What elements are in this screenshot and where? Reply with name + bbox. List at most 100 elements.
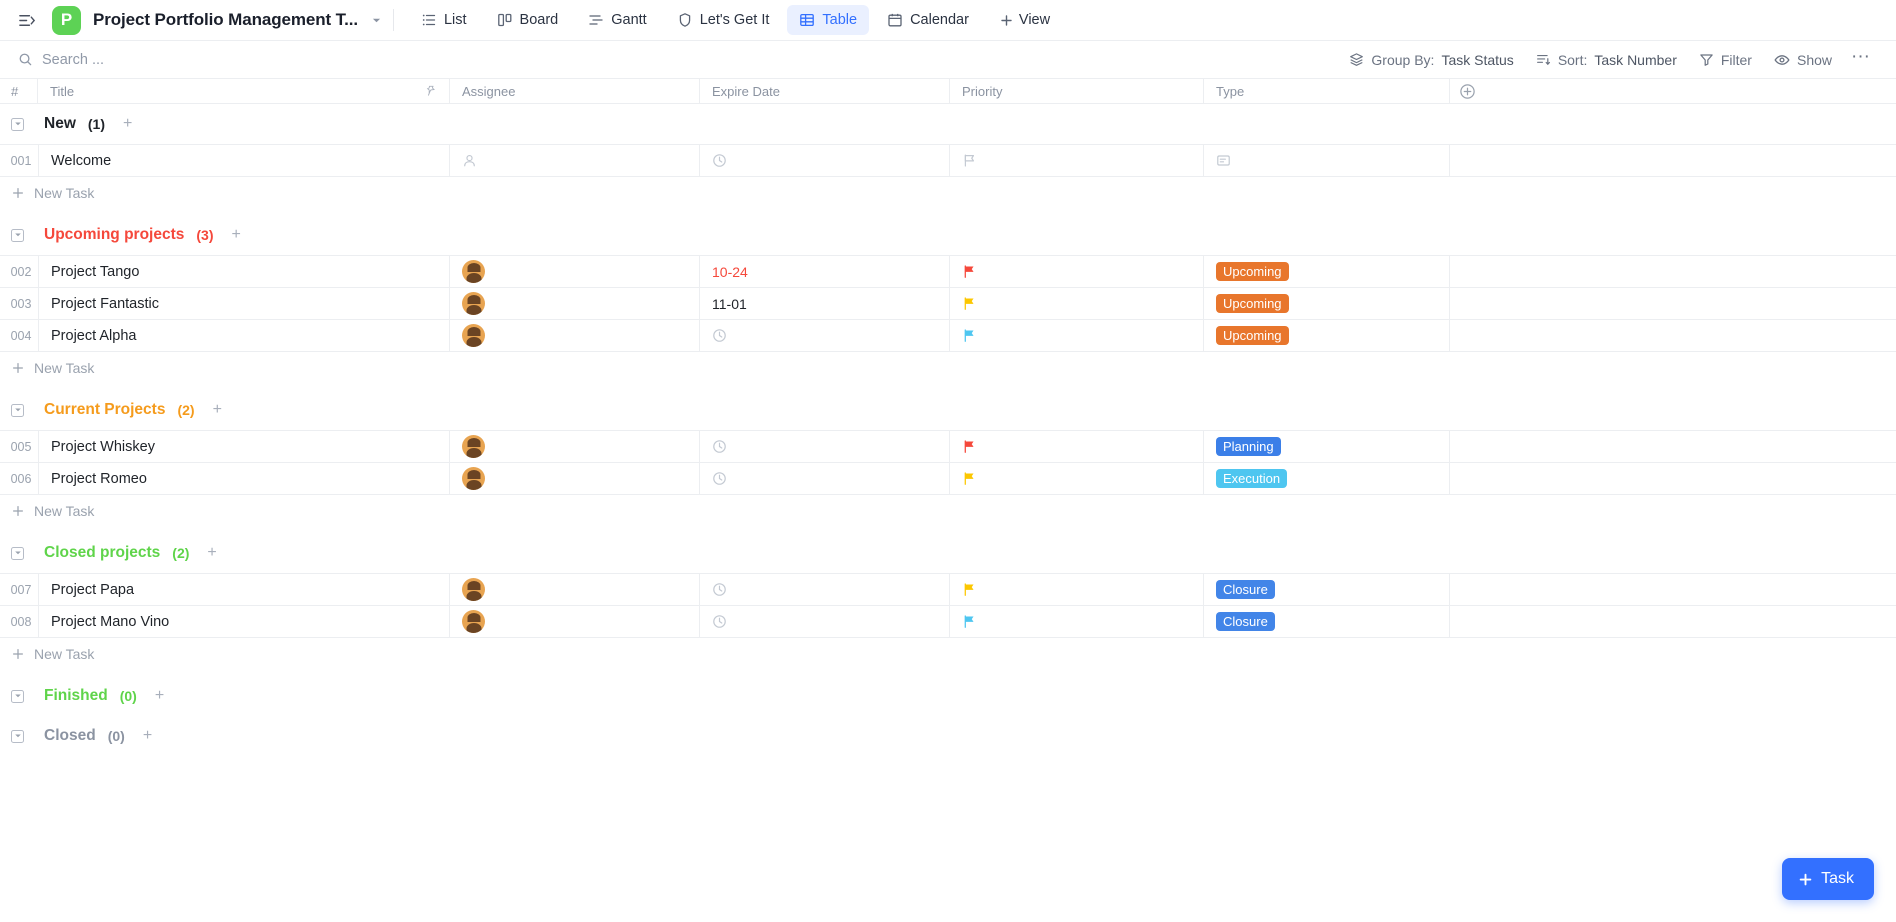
new-task-button[interactable]: New Task [0,495,1896,527]
tab-list[interactable]: List [409,5,479,35]
tab-label: Gantt [611,12,647,28]
cell-title[interactable]: Project Whiskey [38,431,450,462]
cell-assignee[interactable] [450,574,700,605]
cell-priority[interactable] [950,288,1204,319]
column-header-expire-date[interactable]: Expire Date [700,78,950,104]
cell-type[interactable]: Upcoming [1204,320,1450,351]
cell-assignee[interactable] [450,463,700,494]
cell-title[interactable]: Project Papa [38,574,450,605]
chevron-down-box-icon[interactable] [11,228,24,242]
chevron-down-box-icon[interactable] [11,689,24,703]
table-header-row: # Title Assignee Expire Date Priority Ty… [0,78,1896,104]
sort-button[interactable]: Sort: Task Number [1525,46,1688,74]
add-view-button[interactable]: View [987,5,1062,35]
table-row[interactable]: 001 Welcome [0,145,1896,177]
title-dropdown-caret[interactable] [372,16,381,25]
cell-expire-date[interactable]: 11-01 [700,288,950,319]
group-count: (2) [172,545,190,561]
tab-board[interactable]: Board [485,5,571,35]
group-add-task-icon[interactable]: + [143,728,152,744]
cell-priority[interactable] [950,463,1204,494]
table-row[interactable]: 007 Project Papa Closure [0,574,1896,606]
cell-title[interactable]: Project Mano Vino [38,606,450,637]
group-add-task-icon[interactable]: + [155,688,164,704]
cell-assignee[interactable] [450,320,700,351]
new-task-button[interactable]: New Task [0,177,1896,209]
show-button[interactable]: Show [1763,46,1843,74]
cell-title[interactable]: Project Tango [38,256,450,287]
search-input[interactable]: Search ... [18,52,104,68]
chevron-down-box-icon[interactable] [11,729,24,743]
pin-icon[interactable] [425,85,437,97]
status-badge: Closure [1216,612,1275,631]
chevron-down-box-icon[interactable] [11,403,24,417]
group-header: New (1) + [0,104,1896,144]
plus-circle-icon[interactable] [1454,79,1480,104]
cell-expire-date[interactable] [700,463,950,494]
cell-priority[interactable] [950,256,1204,287]
cell-expire-date[interactable] [700,431,950,462]
group-by-button[interactable]: Group By: Task Status [1338,46,1524,74]
group-count: (0) [119,688,137,704]
tab-calendar[interactable]: Calendar [875,5,981,35]
table-row[interactable]: 006 Project Romeo Execution [0,463,1896,495]
cell-title[interactable]: Project Fantastic [38,288,450,319]
cell-title[interactable]: Welcome [38,145,450,176]
cell-type[interactable]: Closure [1204,574,1450,605]
group-add-task-icon[interactable]: + [207,545,216,561]
cell-type[interactable]: Upcoming [1204,256,1450,287]
cell-type[interactable]: Upcoming [1204,288,1450,319]
sidebar-collapse-icon[interactable] [14,7,40,33]
row-number: 005 [10,439,32,454]
cell-expire-date[interactable] [700,145,950,176]
column-header-priority[interactable]: Priority [950,78,1204,104]
cell-title[interactable]: Project Alpha [38,320,450,351]
chevron-down-box-icon[interactable] [11,117,24,131]
cell-assignee[interactable] [450,606,700,637]
column-header-type[interactable]: Type [1204,78,1450,104]
add-task-fab[interactable]: Task [1782,858,1874,900]
cell-priority[interactable] [950,320,1204,351]
cell-type[interactable]: Closure [1204,606,1450,637]
cell-expire-date[interactable]: 10-24 [700,256,950,287]
flag-outline-icon [962,153,977,168]
table-row[interactable]: 003 Project Fantastic 11-01 Upcoming [0,288,1896,320]
cell-expire-date[interactable] [700,606,950,637]
column-header-number[interactable]: # [0,78,38,104]
chevron-down-box-icon[interactable] [11,546,24,560]
group-count: (3) [196,227,214,243]
row-number: 003 [10,296,32,311]
group-add-task-icon[interactable]: + [213,402,222,418]
cell-type[interactable]: Execution [1204,463,1450,494]
group-add-task-icon[interactable]: + [123,116,132,132]
cell-priority[interactable] [950,145,1204,176]
filter-button[interactable]: Filter [1688,46,1763,74]
cell-title[interactable]: Project Romeo [38,463,450,494]
tab-lets-get-it[interactable]: Let's Get It [665,5,782,35]
cell-assignee[interactable] [450,256,700,287]
cell-assignee[interactable] [450,288,700,319]
new-task-button[interactable]: New Task [0,352,1896,384]
cell-priority[interactable] [950,606,1204,637]
cell-assignee[interactable] [450,431,700,462]
cell-priority[interactable] [950,431,1204,462]
group-count: (1) [87,116,105,132]
table-row[interactable]: 004 Project Alpha Upcoming [0,320,1896,352]
column-header-title[interactable]: Title [38,78,450,104]
tab-table[interactable]: Table [787,5,870,35]
table-row[interactable]: 005 Project Whiskey Planning [0,431,1896,463]
cell-type[interactable] [1204,145,1450,176]
cell-expire-date[interactable] [700,320,950,351]
tab-gantt[interactable]: Gantt [576,5,658,35]
column-header-assignee[interactable]: Assignee [450,78,700,104]
cell-assignee[interactable] [450,145,700,176]
cell-type[interactable]: Planning [1204,431,1450,462]
table-row[interactable]: 002 Project Tango 10-24 Upcoming [0,256,1896,288]
table-row[interactable]: 008 Project Mano Vino Closure [0,606,1896,638]
add-task-label: Task [1821,870,1854,887]
group-add-task-icon[interactable]: + [232,227,241,243]
cell-expire-date[interactable] [700,574,950,605]
new-task-button[interactable]: New Task [0,638,1896,670]
more-horizontal-icon[interactable]: ··· [1843,47,1878,69]
cell-priority[interactable] [950,574,1204,605]
